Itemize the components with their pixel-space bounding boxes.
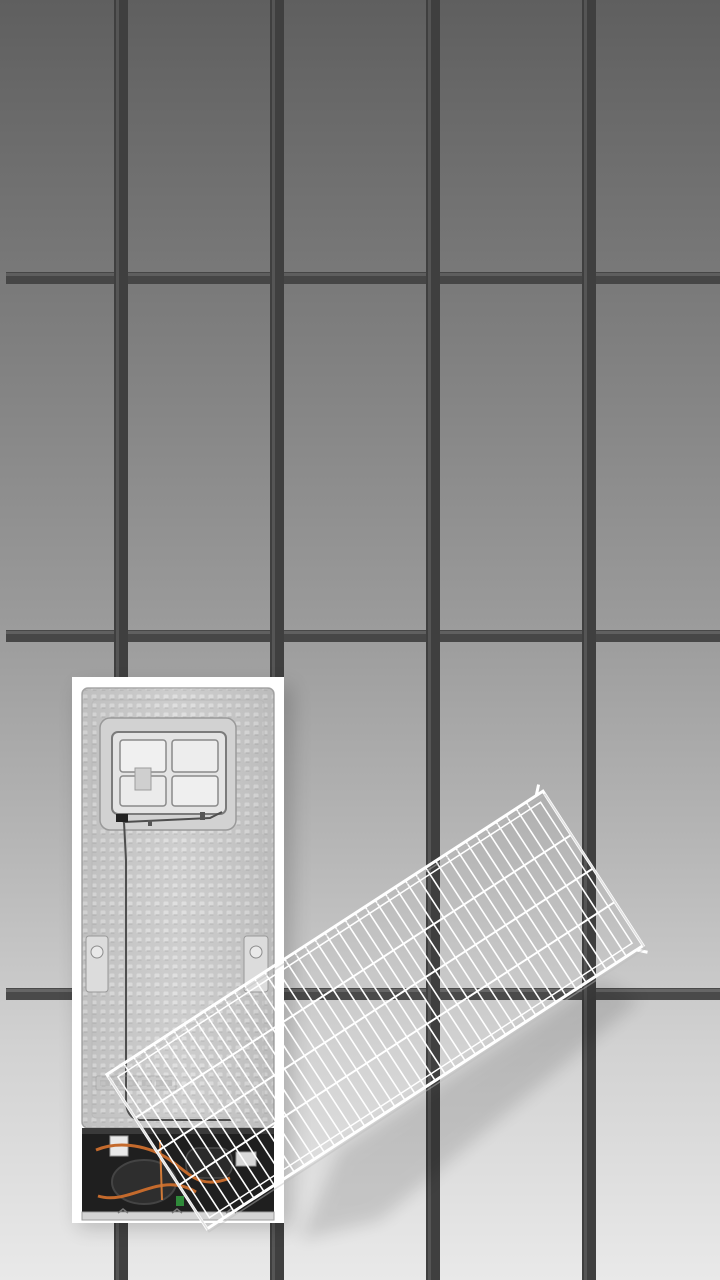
product-scene [0, 0, 720, 1280]
wire-shelf [104, 784, 648, 1240]
shelf-shadow [300, 980, 640, 1240]
